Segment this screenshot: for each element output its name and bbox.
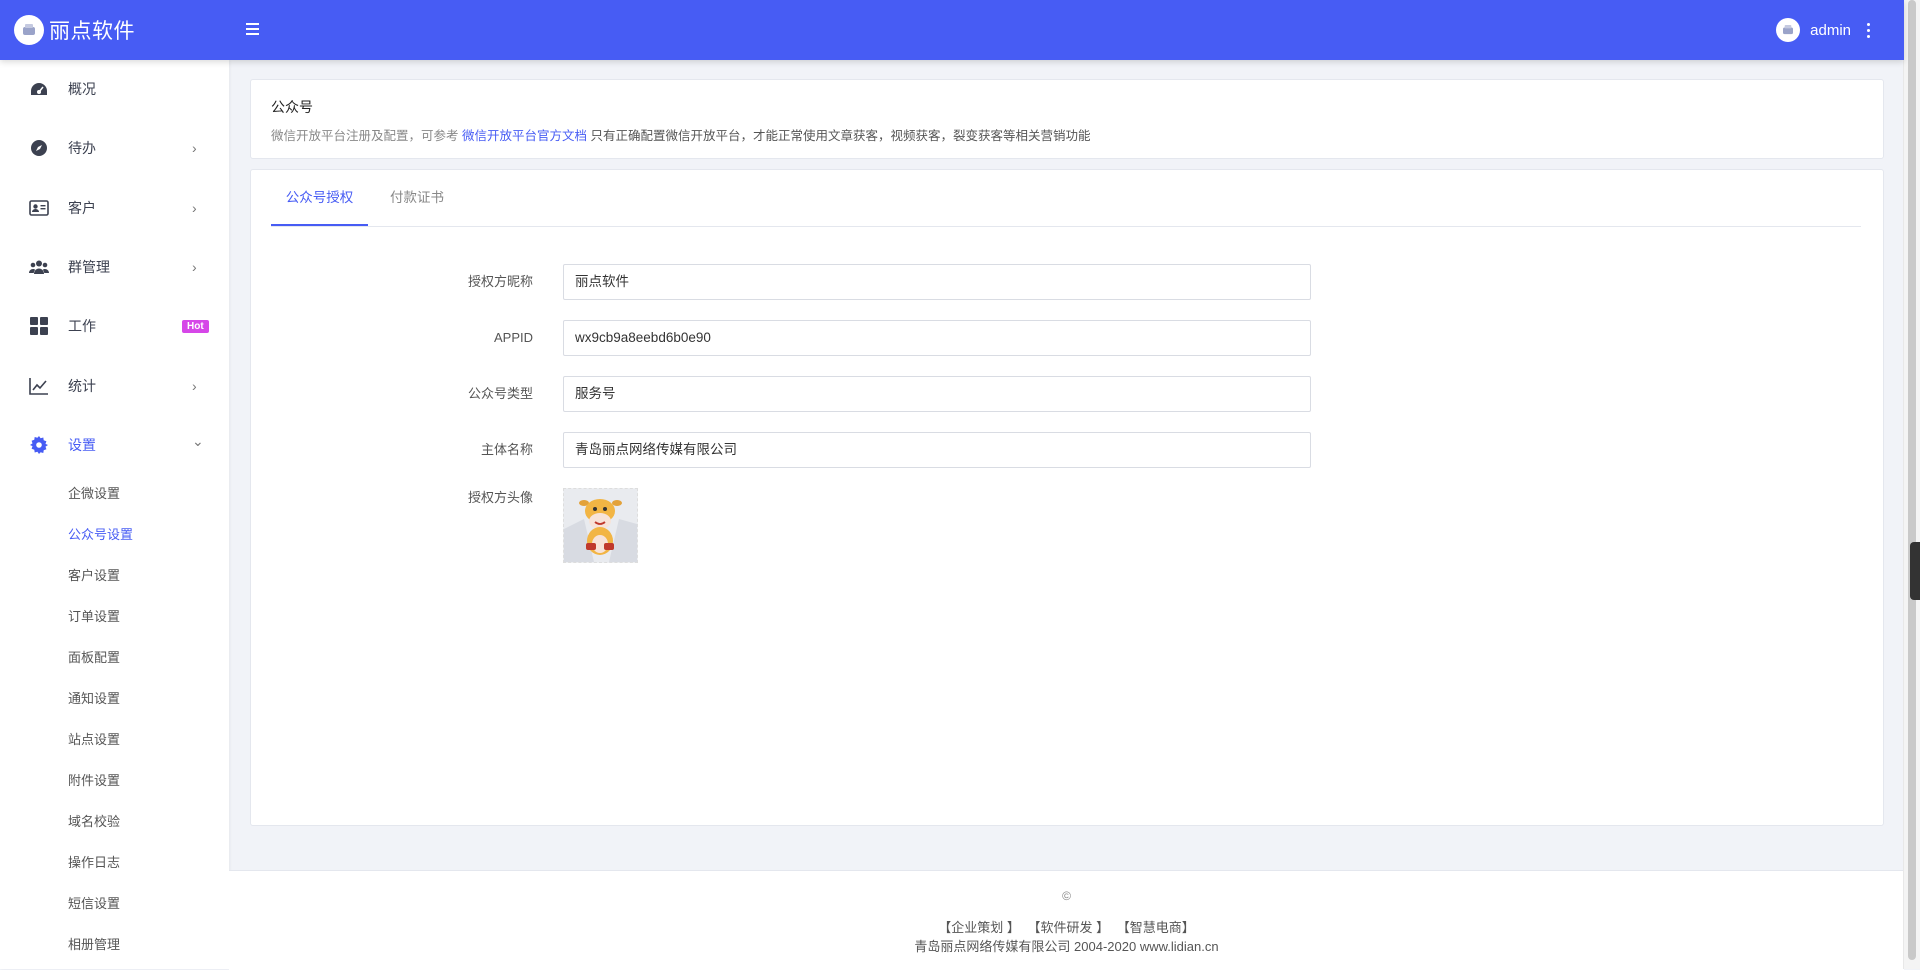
sub-item-sms-settings[interactable]: 短信设置 (68, 893, 120, 912)
sub-item-customer-settings[interactable]: 客户设置 (68, 565, 120, 584)
nickname-label: 授权方昵称 (467, 274, 533, 289)
description-note: 只有正确配置微信开放平台，才能正常使用文章获客，视频获客，裂变获客等相关营销功能 (590, 129, 1091, 143)
description-text: 微信开放平台注册及配置，可参考 (271, 129, 459, 143)
sub-item-official-account-settings[interactable]: 公众号设置 (68, 524, 133, 543)
form-row-avatar: 授权方头像 (251, 488, 1351, 524)
sidebar-item-label: 统计 (68, 378, 96, 394)
dashboard-icon (29, 79, 49, 99)
sub-item-notify-settings[interactable]: 通知设置 (68, 688, 120, 707)
brand-name: 丽点软件 (49, 20, 135, 43)
sub-item-operation-log[interactable]: 操作日志 (68, 852, 120, 871)
sidebar-item-label: 待办 (68, 140, 96, 156)
copyright-symbol: © (1062, 889, 1071, 903)
page-scrollbar[interactable] (1903, 0, 1920, 969)
account-type-field[interactable]: 服务号 (563, 376, 1311, 412)
chevron-right-icon: › (192, 140, 197, 156)
user-name[interactable]: admin (1810, 22, 1851, 39)
brand[interactable]: 丽点软件 (0, 0, 229, 60)
sub-item-site-settings[interactable]: 站点设置 (68, 729, 120, 748)
sub-item-panel-config[interactable]: 面板配置 (68, 647, 120, 666)
entity-name-field[interactable]: 青岛丽点网络传媒有限公司 (563, 432, 1311, 468)
tab-bar: 公众号授权 付款证书 (271, 170, 1861, 227)
scrollbar-thumb[interactable] (1908, 0, 1916, 960)
chevron-down-icon: ⌄ (192, 433, 204, 449)
entity-name-label: 主体名称 (480, 442, 533, 457)
chevron-right-icon: › (192, 200, 197, 216)
form-row-nickname: 授权方昵称 丽点软件 (251, 264, 1351, 300)
footer-link-smart-commerce[interactable]: 【智慧电商】 (1117, 920, 1195, 935)
id-card-icon (29, 198, 49, 218)
sidebar-item-label: 群管理 (68, 259, 110, 275)
footer: © 【企业策划 】 【软件研发 】 【智慧电商】 青岛丽点网络传媒有限公司 20… (229, 870, 1904, 970)
footer-link-enterprise-planning[interactable]: 【企业策划 】 (938, 920, 1020, 935)
sidebar-item-label: 设置 (68, 437, 96, 453)
sidebar-item-customers[interactable]: 客户 › (0, 188, 229, 228)
user-avatar[interactable] (1776, 18, 1801, 42)
floating-side-widget[interactable] (1910, 542, 1920, 600)
user-area[interactable]: admin (1776, 0, 1874, 60)
sidebar-item-label: 概况 (68, 81, 96, 97)
tab-official-account-auth[interactable]: 公众号授权 (271, 170, 368, 226)
wechat-docs-link[interactable]: 微信开放平台官方文档 (462, 129, 587, 143)
page-header-card: 公众号 微信开放平台注册及配置，可参考 微信开放平台官方文档 只有正确配置微信开… (250, 79, 1884, 159)
nickname-field[interactable]: 丽点软件 (563, 264, 1311, 300)
form-row-appid: APPID wx9cb9a8eebd6b0e90 (251, 320, 1351, 356)
page-title: 公众号 (271, 99, 313, 115)
appid-label: APPID (493, 330, 533, 345)
menu-toggle-icon[interactable] (246, 18, 266, 40)
users-icon (29, 257, 49, 277)
footer-link-software-dev[interactable]: 【软件研发 】 (1027, 920, 1109, 935)
chevron-right-icon: › (192, 259, 197, 275)
top-bar: 丽点软件 admin (0, 0, 1904, 60)
sub-item-domain-verify[interactable]: 域名校验 (68, 811, 120, 830)
sidebar-item-label: 工作 (68, 318, 96, 334)
sub-item-order-settings[interactable]: 订单设置 (68, 606, 120, 625)
grid-icon (29, 316, 49, 336)
footer-links: 【企业策划 】 【软件研发 】 【智慧电商】 (229, 917, 1904, 936)
sidebar-item-stats[interactable]: 统计 › (0, 366, 229, 406)
avatar-label: 授权方头像 (467, 490, 533, 505)
sidebar-item-work[interactable]: 工作 Hot (0, 306, 229, 346)
footer-company: 青岛丽点网络传媒有限公司 2004-2020 www.lidian.cn (914, 939, 1219, 954)
hot-badge: Hot (182, 319, 209, 333)
sidebar: 概况 待办 › 客户 › 群管理 › 工作 Hot 统计 › 设置 ⌄ 企微设置… (0, 60, 229, 969)
page-description: 微信开放平台注册及配置，可参考 微信开放平台官方文档 只有正确配置微信开放平台，… (271, 125, 1091, 144)
compass-icon (29, 138, 49, 158)
appid-field[interactable]: wx9cb9a8eebd6b0e90 (563, 320, 1311, 356)
chevron-right-icon: › (192, 378, 197, 394)
gear-icon (29, 435, 49, 455)
more-vertical-icon[interactable] (1863, 19, 1874, 42)
sidebar-item-groups[interactable]: 群管理 › (0, 247, 229, 287)
sub-item-album-management[interactable]: 相册管理 (68, 934, 120, 953)
sub-item-wecom-settings[interactable]: 企微设置 (68, 483, 120, 502)
line-chart-icon (29, 376, 49, 396)
account-type-label: 公众号类型 (467, 386, 533, 401)
sidebar-item-settings[interactable]: 设置 ⌄ (0, 425, 229, 465)
main-card: 公众号授权 付款证书 授权方昵称 丽点软件 APPID wx9cb9a8eebd… (250, 169, 1884, 826)
brand-logo-icon (14, 15, 44, 45)
sidebar-item-overview[interactable]: 概况 (0, 69, 229, 109)
form-row-type: 公众号类型 服务号 (251, 376, 1351, 412)
authorizer-avatar-image[interactable] (563, 488, 638, 563)
sub-item-attachment-settings[interactable]: 附件设置 (68, 770, 120, 789)
sidebar-item-todo[interactable]: 待办 › (0, 128, 229, 168)
form-row-entity: 主体名称 青岛丽点网络传媒有限公司 (251, 432, 1351, 468)
sidebar-item-label: 客户 (68, 200, 96, 216)
tab-payment-certificate[interactable]: 付款证书 (381, 170, 453, 224)
